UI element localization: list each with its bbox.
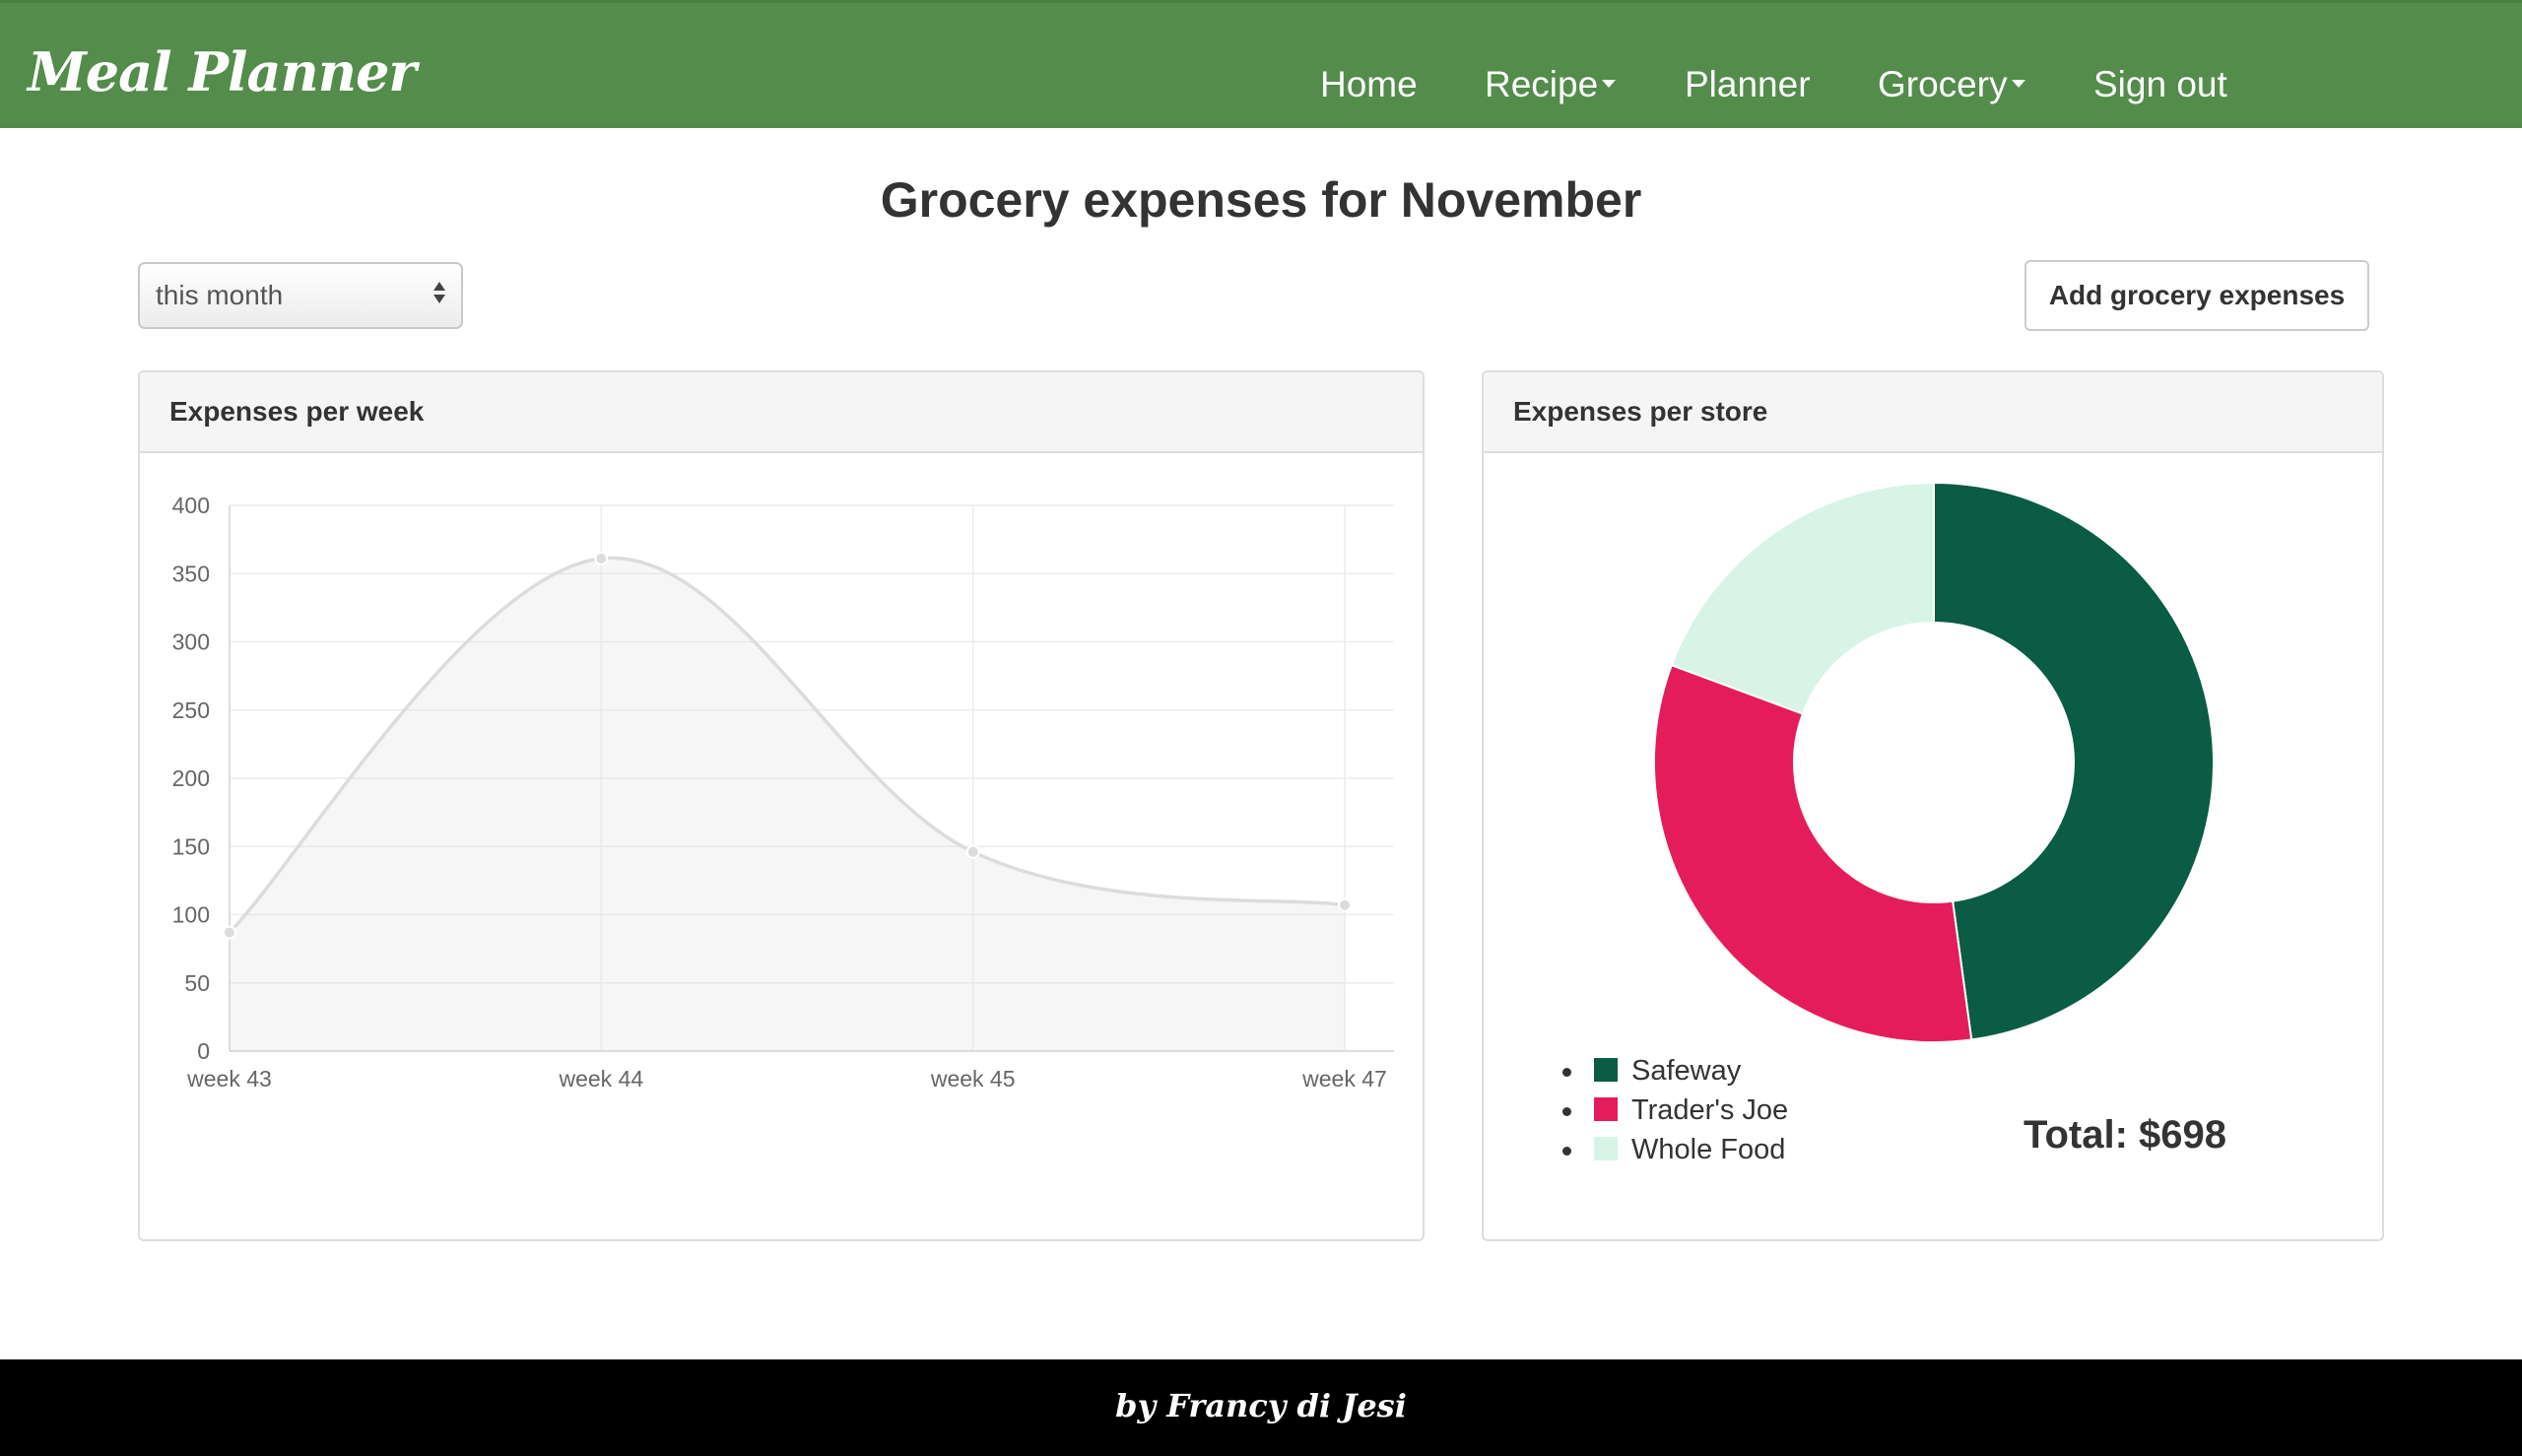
x-tick-label: week 44 [558,1066,643,1092]
total-amount: Total: $698 [2024,1113,2226,1157]
nav-planner[interactable]: Planner [1685,64,1811,105]
nav-planner-label: Planner [1685,64,1811,104]
donut-slice [1933,481,2215,1041]
y-tick-label: 300 [172,629,210,655]
footer-credit: by Francy di Jesi [1115,1387,1407,1424]
caret-down-icon [2011,80,2025,89]
expenses-per-store-chart [1653,481,2215,1043]
legend-swatch [1594,1058,1618,1082]
x-tick-label: week 45 [930,1066,1016,1092]
nav-recipe-label: Recipe [1485,64,1599,104]
x-tick-label: week 43 [186,1066,272,1092]
nav-sign-out-label: Sign out [2093,64,2227,104]
select-arrows-icon [433,282,447,303]
nav-grocery[interactable]: Grocery [1878,64,2025,105]
donut-slice [1653,663,1973,1043]
y-tick-label: 100 [172,902,210,928]
data-point [223,925,236,940]
period-select[interactable]: this month [138,262,463,329]
brand-logo[interactable]: Meal Planner [28,40,417,103]
y-tick-label: 200 [172,765,210,791]
expenses-per-week-panel: Expenses per week 0 50 100 150 200 250 300 350 4… [138,370,1425,1241]
footer: by Francy di Jesi [0,1359,2522,1456]
legend-swatch [1594,1097,1618,1121]
data-point [1338,897,1352,912]
add-grocery-expenses-button[interactable]: Add grocery expenses [2024,260,2369,331]
data-point [594,552,609,566]
nav-grocery-label: Grocery [1878,64,2008,104]
nav-home[interactable]: Home [1320,64,1418,105]
y-tick-label: 350 [172,561,210,586]
nav-recipe[interactable]: Recipe [1485,64,1617,105]
legend-label: Trader's Joe [1631,1094,1789,1126]
donut-slice [1670,481,1935,715]
x-tick-label: week 47 [1301,1066,1387,1092]
legend-label: Whole Food [1631,1134,1786,1165]
expenses-per-week-chart: 0 50 100 150 200 250 300 350 400 week 43 week 44 we… [172,493,1394,1092]
navbar: Meal Planner Home Recipe Planner Grocery… [0,0,2522,128]
y-tick-label: 150 [172,833,210,859]
page-title: Grocery expenses for November [880,172,1642,228]
legend-swatch [1594,1137,1618,1160]
period-select-value: this month [156,280,284,310]
data-point [965,844,980,859]
y-tick-label: 400 [172,493,210,518]
bullet-icon [1562,1147,1571,1156]
legend-label: Safeway [1631,1055,1742,1087]
y-tick-label: 0 [197,1038,210,1064]
y-tick-label: 250 [172,697,210,723]
series-area [230,558,1345,1051]
y-tick-label: 50 [184,970,210,996]
nav-home-label: Home [1320,64,1418,104]
nav-sign-out[interactable]: Sign out [2093,64,2227,105]
bullet-icon [1562,1107,1571,1116]
caret-down-icon [1602,80,1617,89]
bullet-icon [1562,1068,1571,1077]
expenses-per-store-panel: Expenses per store Safeway Trader's Joe … [1482,370,2384,1241]
